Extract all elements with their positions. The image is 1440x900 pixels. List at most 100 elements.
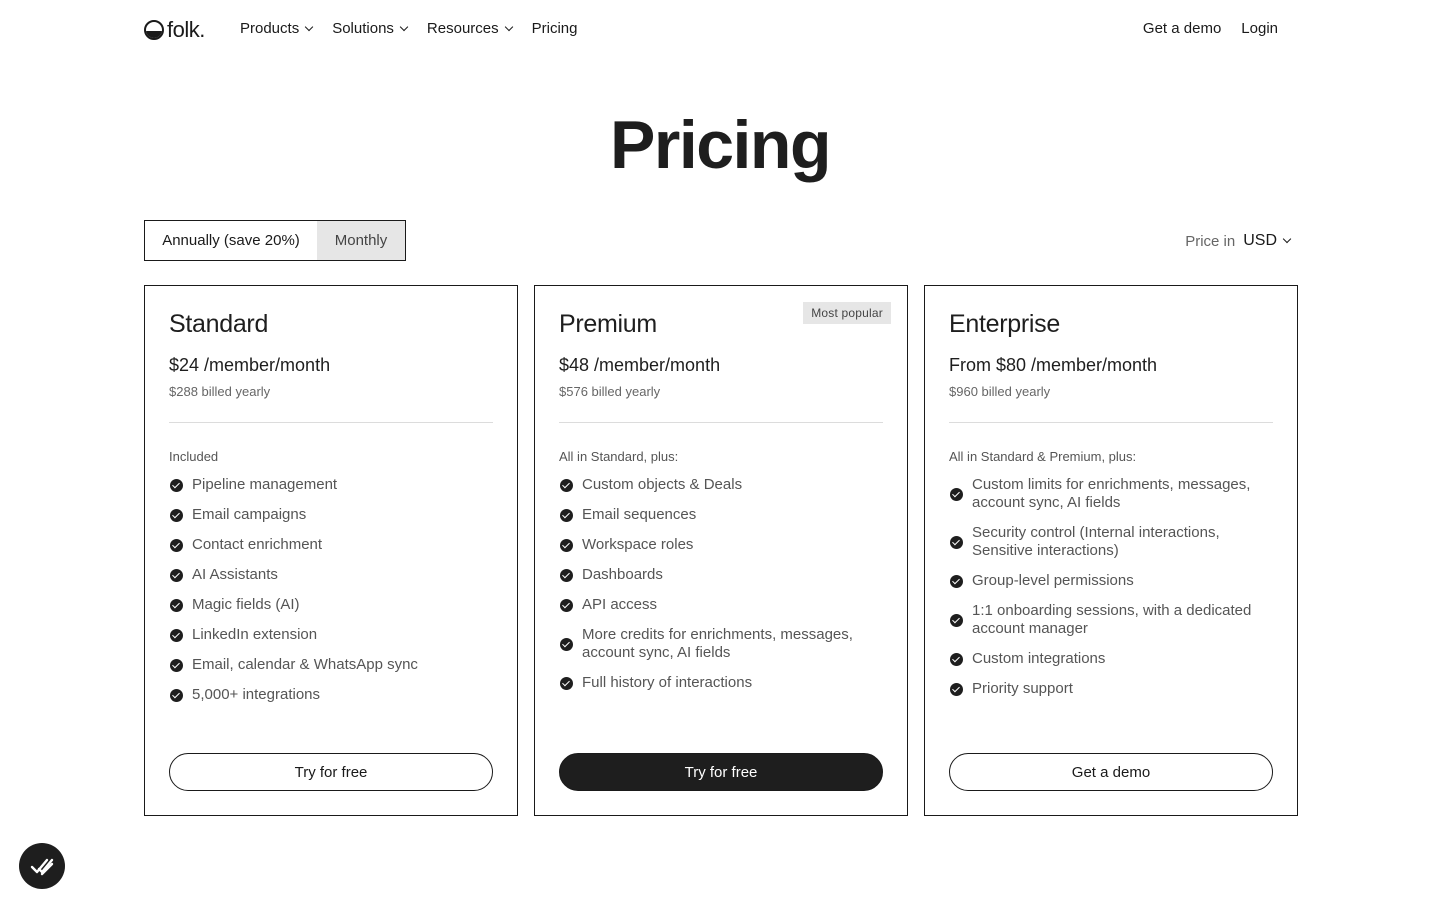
currency-value: USD — [1243, 232, 1277, 249]
folk-logo-icon — [144, 20, 164, 40]
feature-text: Group-level permissions — [972, 572, 1134, 589]
check-circle-icon — [170, 478, 183, 492]
billing-toggle: Annually (save 20%) Monthly — [144, 220, 406, 261]
login-link[interactable]: Login — [1241, 20, 1278, 37]
pricing-cards: Standard $24 /member/month $288 billed y… — [144, 285, 1298, 816]
feature-text: Workspace roles — [582, 536, 694, 553]
feature-item: 1:1 onboarding sessions, with a dedicate… — [949, 602, 1273, 638]
feature-list: Custom limits for enrichments, messages,… — [949, 476, 1273, 710]
nav-right: Get a demo Login — [1143, 20, 1278, 37]
check-circle-icon — [170, 688, 183, 702]
plan-features-intro: All in Standard, plus: — [559, 449, 679, 464]
plan-card-standard: Standard $24 /member/month $288 billed y… — [144, 285, 518, 816]
check-circle-icon — [950, 574, 963, 588]
page-title: Pricing — [610, 107, 832, 183]
currency-dropdown[interactable]: USD — [1243, 232, 1292, 250]
chevron-down-icon — [504, 22, 513, 31]
try-free-button[interactable]: Try for free — [169, 753, 493, 791]
floating-action-button[interactable] — [19, 843, 65, 889]
feature-item: Security control (Internal interactions,… — [949, 524, 1273, 560]
feature-text: Priority support — [972, 680, 1073, 697]
feature-item: Custom objects & Deals — [559, 476, 883, 494]
nav-pricing[interactable]: Pricing — [532, 20, 578, 37]
feature-text: Magic fields (AI) — [192, 596, 300, 613]
top-nav: folk. Products Solutions Resources Prici… — [0, 0, 1440, 60]
feature-item: Pipeline management — [169, 476, 493, 494]
feature-item: Email campaigns — [169, 506, 493, 524]
check-circle-icon — [170, 598, 183, 612]
try-free-button[interactable]: Try for free — [559, 753, 883, 791]
check-circle-icon — [950, 535, 963, 549]
get-demo-link[interactable]: Get a demo — [1143, 20, 1221, 37]
plan-features-intro: All in Standard & Premium, plus: — [949, 449, 1137, 464]
plan-card-premium: Most popular Premium $48 /member/month $… — [534, 285, 908, 816]
billing-monthly-option[interactable]: Monthly — [317, 221, 405, 260]
feature-item: Contact enrichment — [169, 536, 493, 554]
check-circle-icon — [170, 568, 183, 582]
most-popular-badge: Most popular — [803, 302, 891, 324]
plan-price: $24 /member/month — [169, 355, 331, 375]
feature-text: AI Assistants — [192, 566, 278, 583]
feature-item: Magic fields (AI) — [169, 596, 493, 614]
plan-billed: $960 billed yearly — [949, 384, 1051, 399]
get-demo-button[interactable]: Get a demo — [949, 753, 1273, 791]
check-circle-icon — [170, 538, 183, 552]
nav-products[interactable]: Products — [240, 20, 314, 37]
check-circle-icon — [560, 637, 573, 651]
plan-billed: $288 billed yearly — [169, 384, 271, 399]
plan-price: From $80 /member/month — [949, 355, 1158, 375]
feature-item: Full history of interactions — [559, 674, 883, 692]
nav-solutions-label: Solutions — [332, 20, 394, 37]
feature-item: Email sequences — [559, 506, 883, 524]
feature-text: Custom limits for enrichments, messages,… — [972, 476, 1251, 511]
feature-text: Dashboards — [582, 566, 663, 583]
feature-item: Dashboards — [559, 566, 883, 584]
check-circle-icon — [560, 568, 573, 582]
feature-text: 1:1 onboarding sessions, with a dedicate… — [972, 602, 1252, 637]
feature-item: Email, calendar & WhatsApp sync — [169, 656, 493, 674]
feature-list: Pipeline management Email campaigns Cont… — [169, 476, 493, 716]
check-circle-icon — [560, 538, 573, 552]
folk-logo[interactable]: folk. — [144, 17, 205, 42]
feature-item: Custom limits for enrichments, messages,… — [949, 476, 1273, 512]
feature-text: Contact enrichment — [192, 536, 323, 553]
feature-text: 5,000+ integrations — [192, 686, 321, 703]
nav-pricing-label: Pricing — [531, 20, 578, 37]
check-circle-icon — [950, 652, 963, 666]
feature-text: Security control (Internal interactions,… — [972, 524, 1220, 559]
check-circle-icon — [560, 676, 573, 690]
check-circle-icon — [170, 508, 183, 522]
check-circle-icon — [560, 478, 573, 492]
plan-billed: $576 billed yearly — [559, 384, 661, 399]
plan-features-intro: Included — [169, 449, 219, 464]
nav-resources-label: Resources — [426, 20, 499, 37]
feature-text: More credits for enrichments, messages, … — [582, 626, 853, 661]
billing-annual-option[interactable]: Annually (save 20%) — [145, 221, 317, 260]
feature-text: LinkedIn extension — [192, 626, 318, 643]
feature-text: Email campaigns — [192, 506, 307, 523]
check-circle-icon — [170, 658, 183, 672]
feature-text: Pipeline management — [192, 476, 338, 493]
plan-name: Standard — [169, 310, 269, 338]
feature-item: 5,000+ integrations — [169, 686, 493, 704]
feature-text: Email sequences — [582, 506, 697, 523]
nav-resources[interactable]: Resources — [426, 20, 513, 37]
divider — [169, 422, 493, 423]
plan-price: $48 /member/month — [559, 355, 721, 375]
feature-list: Custom objects & Deals Email sequences W… — [559, 476, 883, 704]
feature-item: Priority support — [949, 680, 1273, 698]
nav-solutions[interactable]: Solutions — [332, 20, 409, 37]
check-circle-icon — [560, 598, 573, 612]
feature-text: Custom integrations — [972, 650, 1106, 667]
feature-text: Email, calendar & WhatsApp sync — [192, 656, 418, 673]
feature-text: API access — [582, 596, 658, 613]
feature-item: More credits for enrichments, messages, … — [559, 626, 883, 662]
chevron-down-icon — [399, 22, 409, 31]
check-circle-icon — [170, 628, 183, 642]
currency-selector: Price in USD — [1185, 232, 1292, 250]
double-check-icon — [30, 858, 54, 876]
feature-item: Group-level permissions — [949, 572, 1273, 590]
logo-text: folk. — [167, 17, 205, 42]
divider — [949, 422, 1273, 423]
plan-card-enterprise: Enterprise From $80 /member/month $960 b… — [924, 285, 1298, 816]
